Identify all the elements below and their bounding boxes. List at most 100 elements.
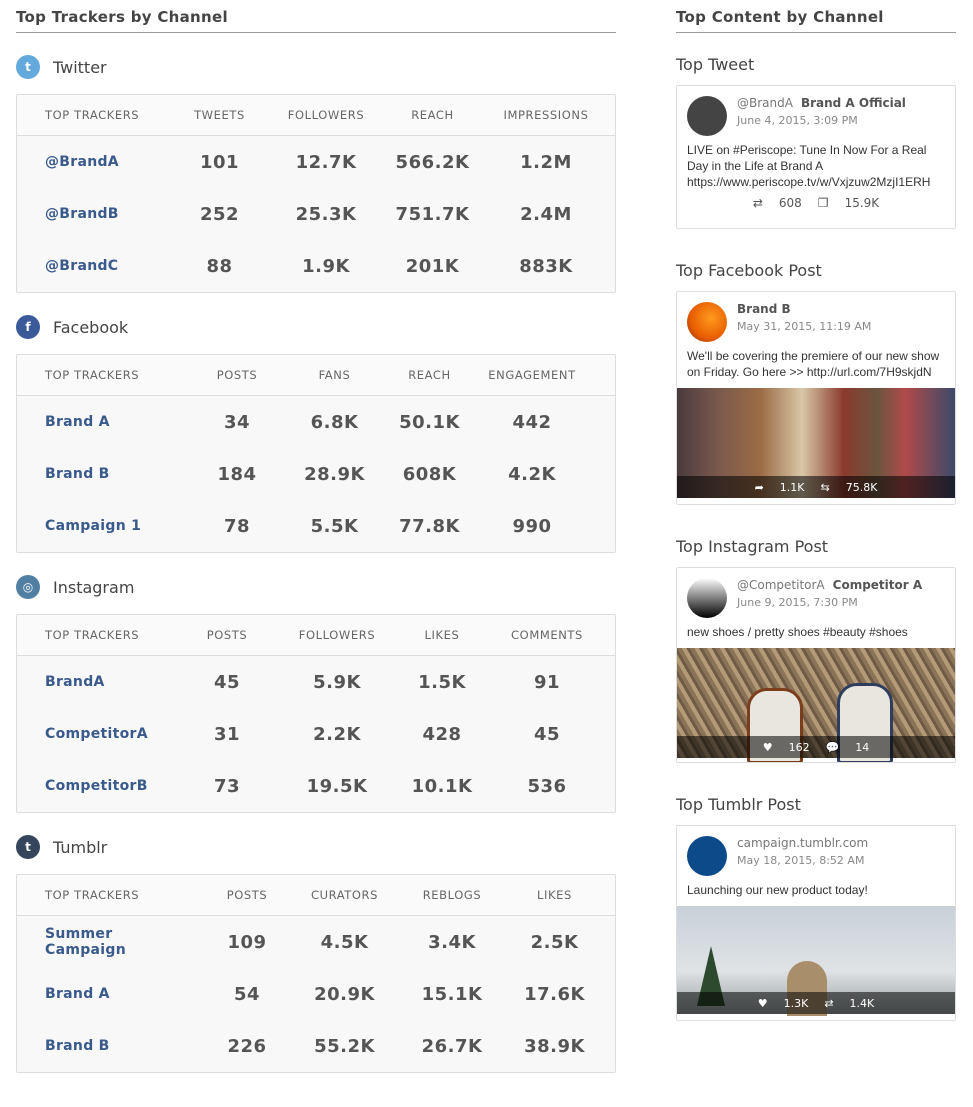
metric-value: 6.8K: [310, 411, 359, 433]
tracker-link[interactable]: Summer Campaign: [17, 926, 197, 958]
tracker-link[interactable]: @BrandA: [17, 154, 167, 170]
metric-value: 1.9K: [302, 255, 350, 277]
tracker-link[interactable]: CompetitorB: [17, 778, 177, 794]
metric-value: 226: [227, 1035, 267, 1057]
twitter-icon: t: [16, 55, 40, 79]
metric-value: 55.2K: [314, 1035, 375, 1057]
channel-name: Facebook: [53, 317, 129, 337]
top-tumblr-card[interactable]: campaign.tumblr.com May 18, 2015, 8:52 A…: [676, 825, 956, 1021]
column-header[interactable]: IMPRESSIONS: [485, 108, 607, 122]
column-header[interactable]: POSTS: [177, 628, 277, 642]
column-header[interactable]: TOP TRACKERS: [17, 628, 177, 642]
post-text: new shoes / pretty shoes #beauty #shoes: [687, 625, 908, 639]
post-image[interactable]: ♥ 162 💬 14: [677, 648, 955, 762]
metric-value: 50.1K: [399, 411, 460, 433]
metric-value: 990: [512, 515, 552, 537]
heart-icon: ♥: [757, 996, 768, 1010]
post-image[interactable]: ➦ 1.1K ⇆ 75.8K: [677, 388, 955, 498]
column-header[interactable]: POSTS: [187, 368, 287, 382]
left-section-title: Top Trackers by Channel: [16, 0, 616, 33]
tracker-link[interactable]: Brand A: [17, 414, 187, 430]
column-header[interactable]: COMMENTS: [487, 628, 607, 642]
metric-value: 34: [223, 411, 251, 433]
table-row: Summer Campaign 109 4.5K 3.4K 2.5K: [17, 916, 615, 968]
channel-header: ◎ Instagram: [16, 561, 616, 613]
metric-value: 101: [199, 151, 240, 173]
likes-count: 1.3K: [783, 996, 809, 1010]
post-author: Brand B: [737, 302, 791, 316]
column-header[interactable]: LIKES: [397, 628, 487, 642]
table-row: BrandA 45 5.9K 1.5K 91: [17, 656, 615, 708]
top-facebook-card[interactable]: Brand B May 31, 2015, 11:19 AM We'll be …: [676, 291, 956, 505]
metric-value: 10.1K: [411, 775, 473, 797]
metric-value: 12.7K: [295, 151, 357, 173]
tracker-link[interactable]: CompetitorA: [17, 726, 177, 742]
reach-icon: ⇆: [820, 480, 830, 494]
trackers-table: TOP TRACKERS POSTS FOLLOWERS LIKES COMMENTS B…: [16, 614, 616, 813]
column-header[interactable]: TOP TRACKERS: [17, 108, 167, 122]
heart-icon: ♥: [762, 740, 773, 754]
column-header[interactable]: TOP TRACKERS: [17, 888, 197, 902]
top-tweet-card[interactable]: @BrandA Brand A Official June 4, 2015, 3:…: [676, 85, 956, 229]
column-header[interactable]: FOLLOWERS: [272, 108, 380, 122]
share-count: 1.1K: [779, 480, 805, 494]
avatar: [687, 302, 727, 342]
column-header[interactable]: TWEETS: [167, 108, 272, 122]
table-header: TOP TRACKERS POSTS CURATORS REBLOGS LIKES: [17, 875, 615, 916]
tracker-link[interactable]: @BrandB: [17, 206, 167, 222]
metric-value: 201K: [405, 255, 460, 277]
retweet-icon: ⇄: [752, 196, 763, 210]
metric-value: 91: [533, 671, 561, 693]
metric-value: 883K: [519, 255, 573, 277]
column-header[interactable]: REACH: [382, 368, 477, 382]
tracker-link[interactable]: Campaign 1: [17, 518, 187, 534]
tracker-link[interactable]: BrandA: [17, 674, 177, 690]
facebook-icon: f: [16, 315, 40, 339]
column-header[interactable]: TOP TRACKERS: [17, 368, 187, 382]
comments-count: 14: [855, 740, 870, 754]
metric-value: 428: [422, 723, 462, 745]
column-header[interactable]: CURATORS: [297, 888, 392, 902]
avatar: [687, 578, 727, 618]
column-header[interactable]: FANS: [287, 368, 382, 382]
column-header[interactable]: FOLLOWERS: [277, 628, 397, 642]
top-instagram-card[interactable]: @CompetitorA Competitor A June 9, 2015, 7…: [676, 567, 956, 763]
share-icon: ➦: [754, 480, 764, 494]
post-image[interactable]: ♥ 1.3K ⇄ 1.4K: [677, 906, 955, 1016]
post-date: June 4, 2015, 3:09 PM: [737, 114, 858, 127]
metric-value: 442: [512, 411, 552, 433]
table-row: Brand B 184 28.9K 608K 4.2K: [17, 448, 615, 500]
column-header[interactable]: REBLOGS: [392, 888, 512, 902]
post-author: Competitor A: [832, 578, 923, 592]
metric-value: 28.9K: [304, 463, 365, 485]
tracker-link[interactable]: Brand B: [17, 1038, 197, 1054]
column-header[interactable]: ENGAGEMENT: [477, 368, 587, 382]
tumblr-icon: t: [16, 835, 40, 859]
reblog-icon: ⇄: [824, 996, 834, 1010]
metric-value: 17.6K: [524, 983, 585, 1005]
channel-tumblr: t Tumblr TOP TRACKERS POSTS CURATORS REBLOGS L…: [16, 821, 616, 1073]
tracker-link[interactable]: Brand B: [17, 466, 187, 482]
impressions-icon: ❐: [817, 196, 829, 210]
tracker-link[interactable]: Brand A: [17, 986, 197, 1002]
channel-name: Instagram: [53, 577, 135, 597]
column-header[interactable]: LIKES: [512, 888, 597, 902]
instagram-icon: ◎: [16, 575, 40, 599]
post-text: We'll be covering the premiere of our ne…: [687, 349, 940, 379]
top-content-panel: Top Content by Channel Top Tweet @BrandA…: [676, 0, 956, 1021]
top-tweet-title: Top Tweet: [676, 55, 755, 74]
table-row: @BrandB 252 25.3K 751.7K 2.4M: [17, 188, 615, 240]
post-text: Launching our new product today!: [687, 883, 868, 897]
column-header[interactable]: REACH: [380, 108, 485, 122]
channel-header: f Facebook: [16, 301, 616, 353]
top-tumblr-title: Top Tumblr Post: [676, 795, 801, 814]
tracker-link[interactable]: @BrandC: [17, 258, 167, 274]
metric-value: 109: [227, 931, 267, 953]
column-header[interactable]: POSTS: [197, 888, 297, 902]
table-row: Brand A 34 6.8K 50.1K 442: [17, 396, 615, 448]
trackers-table: TOP TRACKERS TWEETS FOLLOWERS REACH IMPRESSI…: [16, 94, 616, 293]
metric-value: 3.4K: [428, 931, 476, 953]
avatar: [687, 96, 727, 136]
table-header: TOP TRACKERS TWEETS FOLLOWERS REACH IMPRESSI…: [17, 95, 615, 136]
top-facebook-title: Top Facebook Post: [676, 261, 822, 280]
